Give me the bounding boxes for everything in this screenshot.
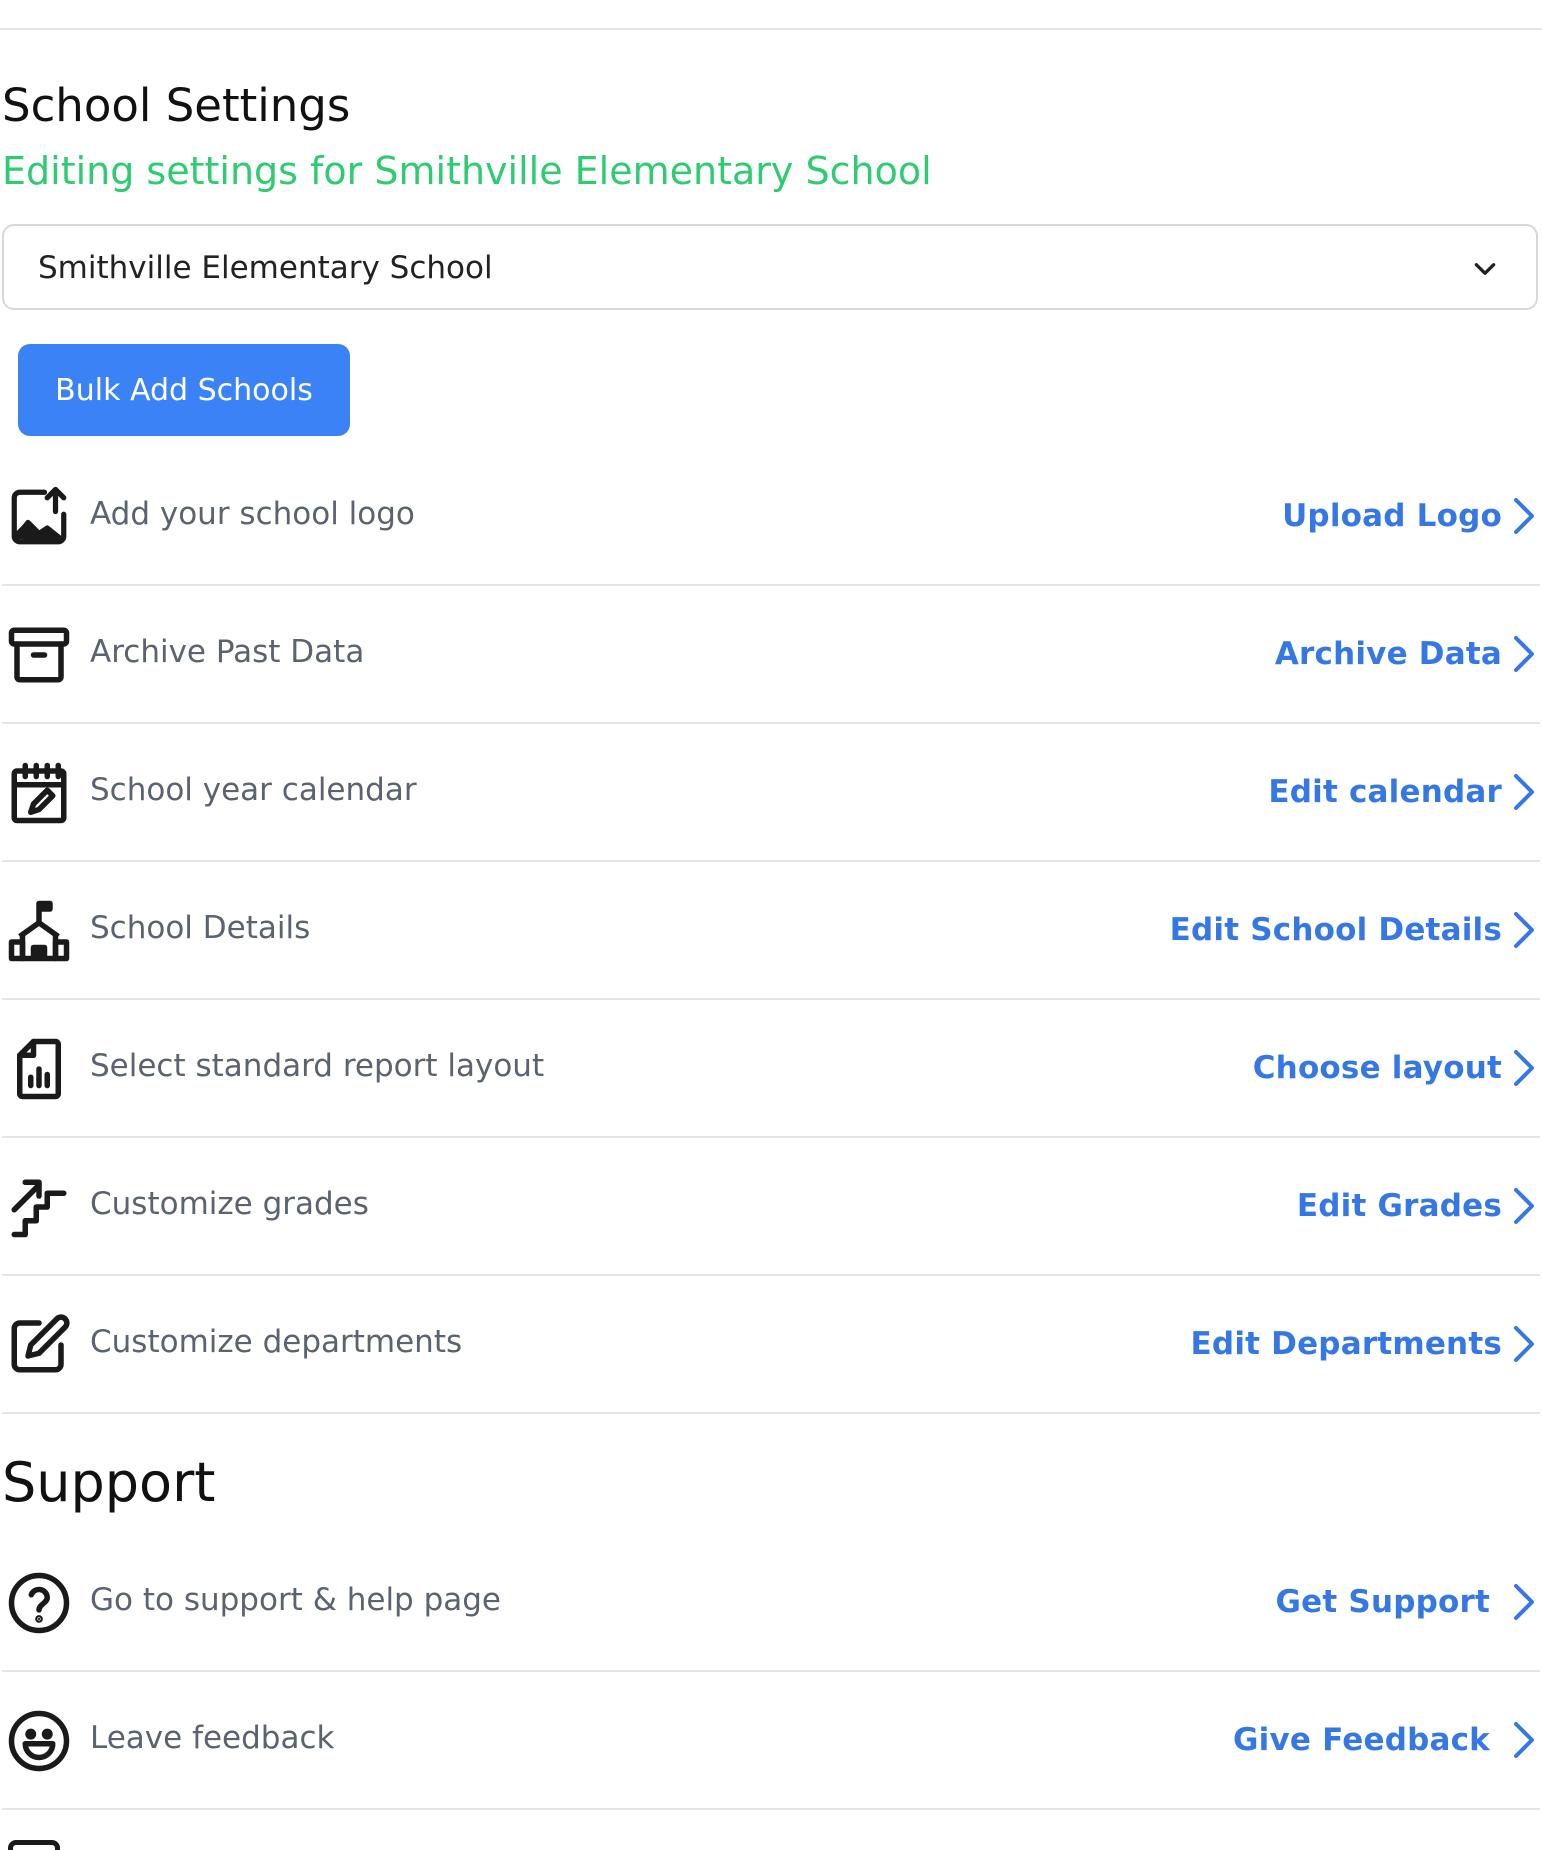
row-label: Customize departments bbox=[90, 1324, 463, 1360]
row-label: Go to support & help page bbox=[90, 1582, 502, 1618]
archive-box-icon bbox=[6, 622, 72, 688]
give-feedback-link[interactable]: Give Feedback bbox=[1233, 1672, 1540, 1808]
get-support-link[interactable]: Get Support bbox=[1276, 1534, 1540, 1670]
action-label: Upload Logo bbox=[1282, 498, 1502, 534]
settings-row-calendar: School year calendar Edit calendar bbox=[2, 724, 1540, 862]
support-row-help: Go to support & help page Get Support bbox=[2, 1534, 1540, 1672]
row-label: Leave feedback bbox=[90, 1720, 335, 1756]
action-label: Archive Data bbox=[1274, 636, 1502, 672]
pencil-square-icon bbox=[6, 1312, 72, 1378]
row-label: Add your school logo bbox=[90, 496, 415, 532]
choose-layout-link[interactable]: Choose layout bbox=[1253, 1000, 1540, 1136]
question-circle-icon bbox=[6, 1570, 72, 1636]
chevron-right-icon bbox=[1514, 1326, 1534, 1362]
page-subtitle: Editing settings for Smithville Elementa… bbox=[2, 149, 932, 193]
action-label: Edit Grades bbox=[1296, 1188, 1502, 1224]
chevron-right-icon bbox=[1514, 1188, 1534, 1224]
settings-row-report-layout: Select standard report layout Choose lay… bbox=[2, 1000, 1540, 1138]
settings-row-school-details: School Details Edit School Details bbox=[2, 862, 1540, 1000]
settings-row-logo: Add your school logo Upload Logo bbox=[2, 448, 1540, 586]
school-building-icon bbox=[6, 898, 72, 964]
edit-departments-link[interactable]: Edit Departments bbox=[1191, 1276, 1540, 1412]
archive-data-link[interactable]: Archive Data bbox=[1275, 586, 1540, 722]
chevron-right-icon bbox=[1514, 498, 1534, 534]
action-label: Edit Departments bbox=[1190, 1326, 1502, 1362]
action-label: Give Feedback bbox=[1233, 1722, 1490, 1758]
chevron-right-icon bbox=[1514, 1722, 1534, 1758]
report-chart-icon bbox=[6, 1036, 72, 1102]
calendar-edit-icon bbox=[6, 760, 72, 826]
edit-school-details-link[interactable]: Edit School Details bbox=[1170, 862, 1540, 998]
chevron-down-icon bbox=[1474, 263, 1496, 275]
next-row-icon bbox=[8, 1840, 60, 1850]
settings-row-departments: Customize departments Edit Departments bbox=[2, 1276, 1540, 1414]
smiley-icon bbox=[6, 1708, 72, 1774]
settings-row-grades: Customize grades Edit Grades bbox=[2, 1138, 1540, 1276]
chevron-right-icon bbox=[1514, 774, 1534, 810]
row-label: Archive Past Data bbox=[90, 634, 365, 670]
action-label: Edit School Details bbox=[1169, 912, 1502, 948]
chevron-right-icon bbox=[1514, 1584, 1534, 1620]
page-title: School Settings bbox=[2, 79, 351, 132]
row-label: School Details bbox=[90, 910, 311, 946]
support-row-feedback: Leave feedback Give Feedback bbox=[2, 1672, 1540, 1810]
row-label: School year calendar bbox=[90, 772, 417, 808]
action-label: Get Support bbox=[1275, 1584, 1490, 1620]
chevron-right-icon bbox=[1514, 912, 1534, 948]
settings-row-archive: Archive Past Data Archive Data bbox=[2, 586, 1540, 724]
edit-grades-link[interactable]: Edit Grades bbox=[1297, 1138, 1540, 1274]
chevron-right-icon bbox=[1514, 636, 1534, 672]
school-select[interactable]: Smithville Elementary School bbox=[2, 224, 1538, 310]
upload-logo-link[interactable]: Upload Logo bbox=[1282, 448, 1540, 584]
school-select-value: Smithville Elementary School bbox=[38, 250, 493, 286]
support-title: Support bbox=[2, 1451, 216, 1514]
row-label: Customize grades bbox=[90, 1186, 369, 1222]
image-upload-icon bbox=[6, 484, 72, 550]
top-divider bbox=[0, 28, 1542, 30]
edit-calendar-link[interactable]: Edit calendar bbox=[1268, 724, 1540, 860]
action-label: Choose layout bbox=[1252, 1050, 1502, 1086]
action-label: Edit calendar bbox=[1268, 774, 1502, 810]
row-label: Select standard report layout bbox=[90, 1048, 545, 1084]
stairs-icon bbox=[6, 1174, 72, 1240]
bulk-add-schools-button[interactable]: Bulk Add Schools bbox=[18, 344, 350, 436]
chevron-right-icon bbox=[1514, 1050, 1534, 1086]
